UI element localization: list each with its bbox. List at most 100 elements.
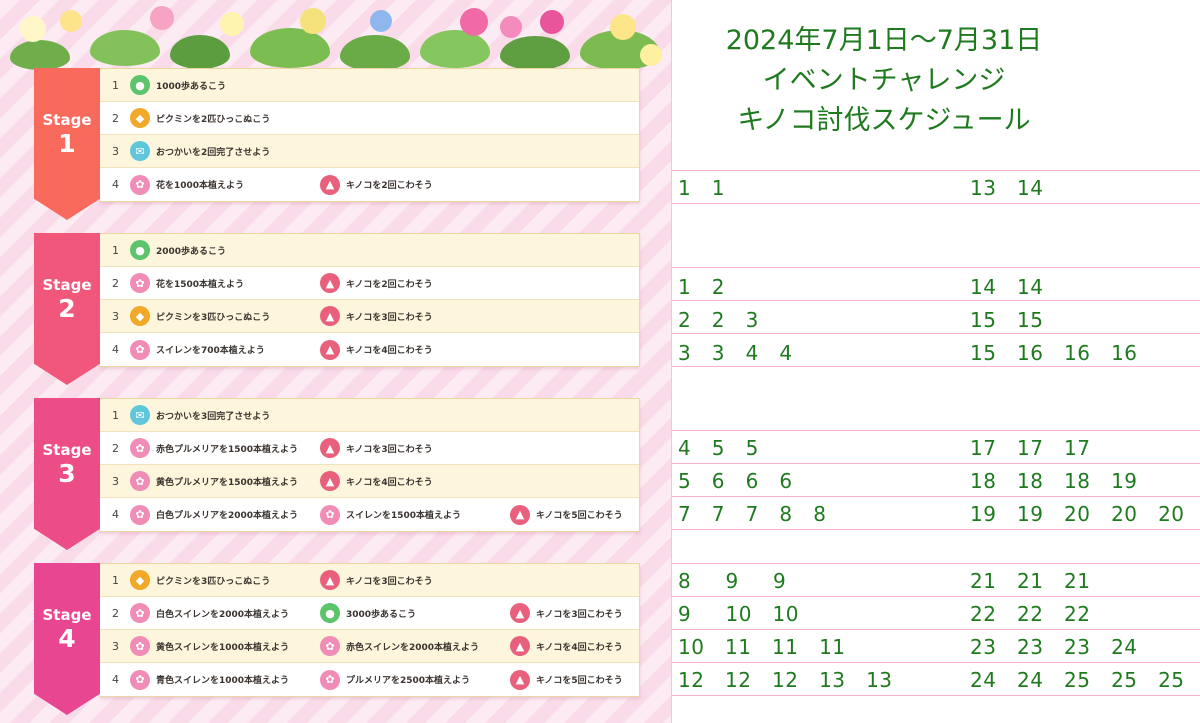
stage-tab: Stage 1 — [34, 68, 100, 220]
task-label: キノコを2回こわそう — [346, 181, 433, 191]
task-row: 3 ✿ 黄色スイレンを1000本植えよう ✿ 赤色スイレンを2000本植えよう ▲ キノコを… — [100, 630, 639, 663]
task-label: 花を1500本植えよう — [156, 279, 245, 290]
schedule-divider — [672, 170, 1200, 171]
task-label: 赤色プルメリアを1500本植えよう — [156, 444, 299, 455]
pikmin-icon: ◆ — [130, 306, 150, 326]
schedule-divider — [672, 662, 1200, 663]
schedule-right-values: 13 14 — [970, 176, 1044, 200]
mushroom-icon: ▲ — [510, 636, 530, 656]
task-item: ✉ おつかいを2回完了させよう — [130, 141, 270, 161]
schedule-divider — [672, 203, 1200, 204]
flower-decoration — [220, 12, 244, 36]
schedule-right-values: 22 22 22 — [970, 602, 1091, 626]
leaf-decoration — [500, 36, 570, 70]
task-row: 2 ◆ ピクミンを2匹ひっこぬこう — [100, 102, 639, 135]
task-label: おつかいを3回完了させよう — [156, 411, 271, 422]
flower-icon: ✿ — [130, 339, 150, 360]
task-row-number: 2 — [112, 276, 119, 290]
schedule-right-values: 19 19 20 20 20 — [970, 502, 1185, 526]
flower-decoration — [60, 10, 82, 32]
flower-decoration — [460, 8, 488, 36]
task-row: 4 ✿ 白色プルメリアを2000本植えよう ✿ スイレンを1500本植えよう ▲ キノコを5… — [100, 498, 639, 531]
mushroom-icon: ▲ — [320, 570, 340, 590]
flower-decoration — [370, 10, 392, 32]
task-item: ✿ 花を1500本植えよう — [130, 273, 244, 293]
walk-icon: ● — [130, 75, 150, 95]
task-item: ✿ 黄色プルメリアを1500本植えよう — [130, 471, 298, 491]
task-row: 2 ✿ 白色スイレンを2000本植えよう ● 3000歩あるこう ▲ キノコを3回こわそう — [100, 597, 639, 630]
task-row: 3 ✿ 黄色プルメリアを1500本植えよう ▲ キノコを4回こわそう — [100, 465, 639, 498]
task-label: キノコを4回こわそう — [346, 477, 433, 488]
task-row-number: 2 — [112, 111, 119, 125]
task-item: ▲ キノコを2回こわそう — [320, 174, 433, 195]
task-label: 3000歩あるこう — [346, 609, 417, 620]
mushroom-icon: ▲ — [320, 306, 340, 326]
schedule-right-values: 21 21 21 — [970, 569, 1091, 593]
stage-tab: Stage 4 — [34, 563, 100, 715]
task-item: ▲ キノコを3回こわそう — [510, 603, 623, 623]
stage-number: 3 — [58, 459, 76, 488]
schedule-left-values: 10 11 11 11 — [678, 635, 846, 659]
mushroom-icon: ▲ — [320, 438, 340, 458]
task-label: キノコを3回こわそう — [346, 576, 433, 587]
task-label: キノコを3回こわそう — [346, 444, 433, 455]
schedule-right-values: 24 24 25 25 25 — [970, 668, 1185, 692]
task-item: ● 1000歩あるこう — [130, 75, 226, 95]
schedule-left-values: 1 1 — [678, 176, 726, 200]
task-label: キノコを4回こわそう — [536, 642, 623, 653]
schedule-divider — [672, 695, 1200, 696]
schedule-right-values: 23 23 23 24 — [970, 635, 1138, 659]
schedule-right-values: 14 14 — [970, 275, 1044, 299]
task-label: キノコを3回こわそう — [536, 609, 623, 620]
task-row-number: 2 — [112, 441, 119, 455]
task-label: スイレンを1500本植えよう — [346, 511, 462, 521]
schedule-right-values: 15 15 — [970, 308, 1044, 332]
task-label: キノコを5回こわそう — [536, 676, 623, 686]
flower-decoration — [20, 16, 46, 42]
task-item: ✿ スイレンを1500本植えよう — [320, 504, 462, 525]
task-item: ▲ キノコを3回こわそう — [320, 306, 433, 326]
task-label: 1000歩あるこう — [156, 81, 227, 92]
flower-icon: ✿ — [130, 504, 150, 525]
stage-number: 4 — [58, 624, 76, 653]
task-item: ▲ キノコを4回こわそう — [320, 339, 433, 360]
task-list: 1 ✉ おつかいを3回完了させよう 2 ✿ 赤色プルメリアを1500本植えよう ▲ キノコを3… — [100, 398, 640, 532]
leaf-decoration — [10, 40, 70, 70]
task-label: プルメリアを2500本植えよう — [346, 676, 471, 686]
flower-icon: ✿ — [130, 174, 150, 195]
task-item: ✿ 青色スイレンを1000本植えよう — [130, 669, 289, 690]
schedule-right-values: 18 18 18 19 — [970, 469, 1138, 493]
task-item: ✿ プルメリアを2500本植えよう — [320, 669, 471, 690]
mushroom-icon: ▲ — [320, 471, 340, 491]
mushroom-icon: ▲ — [320, 273, 340, 293]
task-item: ▲ キノコを4回こわそう — [510, 636, 623, 656]
task-label: キノコを5回こわそう — [536, 511, 623, 521]
task-label: 白色スイレンを2000本植えよう — [156, 609, 290, 620]
schedule-divider — [672, 333, 1200, 334]
task-row-number: 3 — [112, 309, 119, 323]
task-row: 1 ● 1000歩あるこう — [100, 69, 639, 102]
header-schedule-title: キノコ討伐スケジュール — [737, 105, 1031, 136]
schedule-left-values: 4 5 5 — [678, 436, 759, 460]
stage-tab: Stage 3 — [34, 398, 100, 550]
schedule-divider — [672, 300, 1200, 301]
stage-word: Stage — [42, 606, 92, 624]
flower-icon: ✿ — [130, 438, 150, 458]
schedule-divider — [672, 629, 1200, 630]
task-row-number: 4 — [112, 508, 119, 521]
flower-icon: ✿ — [130, 669, 150, 690]
stage-word: Stage — [42, 441, 92, 459]
task-label: 花を1000本植えよう — [156, 181, 245, 191]
task-row-number: 1 — [112, 243, 119, 257]
leaf-decoration — [170, 35, 230, 69]
flower-icon: ✿ — [320, 669, 340, 690]
task-item: ▲ キノコを3回こわそう — [320, 570, 433, 590]
schedule-divider — [672, 529, 1200, 530]
walk-icon: ● — [130, 240, 150, 260]
schedule-right-values: 17 17 17 — [970, 436, 1091, 460]
schedule-left-values: 3 3 4 4 — [678, 341, 793, 365]
schedule-divider — [672, 563, 1200, 564]
schedule-left-values: 8 9 9 — [678, 569, 787, 593]
task-item: ● 3000歩あるこう — [320, 603, 416, 623]
task-label: 黄色スイレンを1000本植えよう — [156, 642, 290, 653]
